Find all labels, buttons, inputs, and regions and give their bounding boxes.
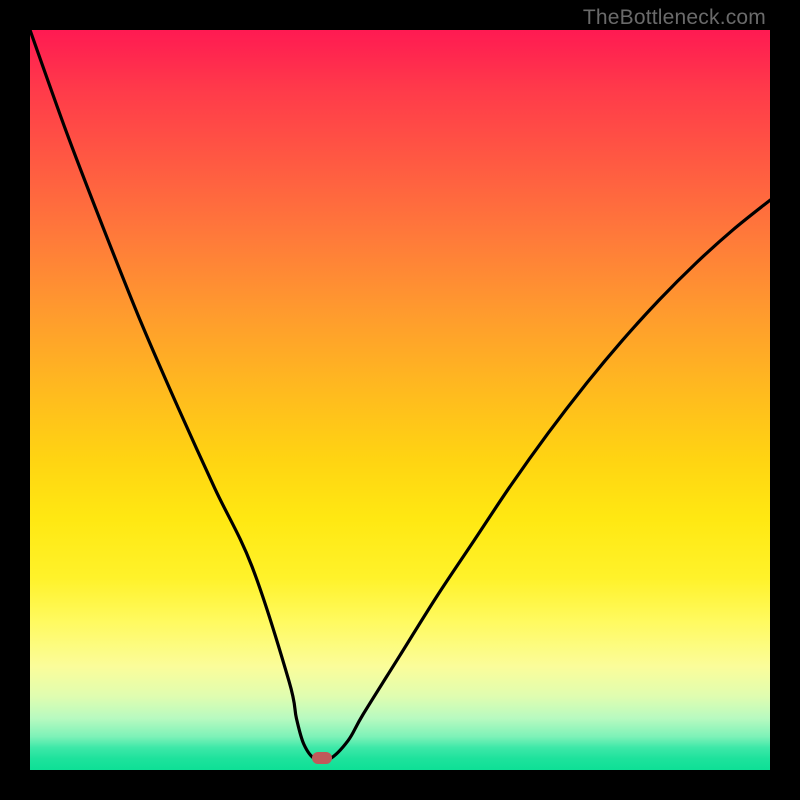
bottleneck-curve <box>30 30 770 761</box>
curve-layer <box>30 30 770 770</box>
watermark-text: TheBottleneck.com <box>583 6 766 30</box>
chart-frame: TheBottleneck.com <box>0 0 800 800</box>
plot-area <box>30 30 770 770</box>
optimal-point-marker <box>312 752 332 764</box>
